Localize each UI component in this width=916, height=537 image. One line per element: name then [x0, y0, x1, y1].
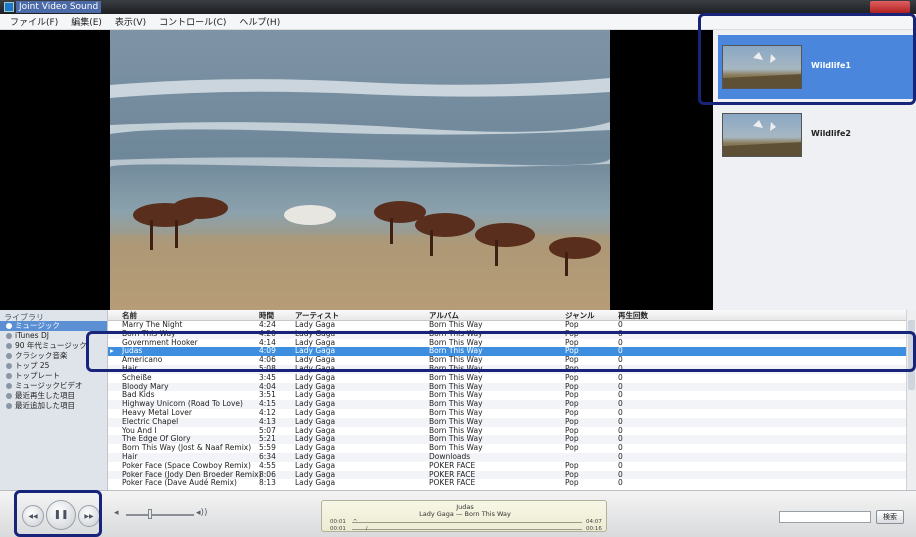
table-row[interactable]: Marry The Night 4:24 Lady Gaga Born This Wa… [108, 320, 906, 330]
progress-bar[interactable] [352, 522, 582, 523]
playlist-icon [6, 403, 12, 409]
playlist-icon [6, 353, 12, 359]
pause-button[interactable]: ❚❚ [46, 500, 76, 530]
close-button[interactable] [870, 1, 910, 13]
cell-name: Born This Way (Jost & Naaf Remix) [122, 443, 252, 453]
cell-time: 8:13 [259, 478, 276, 488]
table-row[interactable]: Born This Way 4:20 Lady Gaga Born This Way P… [108, 329, 906, 339]
table-row[interactable]: Bloody Mary 4:04 Lady Gaga Born This Way Pop… [108, 382, 906, 392]
playlist-item-wildlife2[interactable]: Wildlife2 [718, 103, 913, 167]
sidebar-item-recently-played[interactable]: 最近再生した項目 [0, 391, 107, 401]
menu-view[interactable]: 表示(V) [115, 15, 146, 28]
search-button[interactable]: 検索 [876, 510, 904, 524]
library-sidebar: ライブラリ ミュージック iTunes DJ 90 年代ミュージック クラシック… [0, 310, 108, 490]
previous-button[interactable]: ◀◀ [22, 505, 44, 527]
track-table: 名前 時間 アーティスト アルバム ジャンル 再生回数 Marry The Ni… [108, 310, 906, 490]
sidebar-header: ライブラリ [4, 313, 44, 322]
playlist-icon [6, 373, 12, 379]
table-row[interactable]: You And I 5:07 Lady Gaga Born This Way Pop 0 [108, 426, 906, 436]
playlist-item-wildlife1[interactable]: Wildlife1 [718, 35, 913, 99]
search-input[interactable] [779, 511, 871, 523]
sidebar-item-90s-music[interactable]: 90 年代ミュージック [0, 341, 107, 351]
total-time-secondary: 00:16 [586, 526, 602, 532]
playlist-icon [6, 333, 12, 339]
playlist-item-label: Wildlife2 [811, 129, 851, 138]
menu-bar: ファイル(F) 編集(E) 表示(V) コントロール(C) ヘルプ(H) [0, 14, 916, 30]
pause-icon: ❚❚ [53, 510, 69, 520]
video-playlist: Wildlife1 Wildlife2 [713, 30, 916, 310]
menu-file[interactable]: ファイル(F) [10, 15, 58, 28]
cell-genre: Pop [565, 478, 579, 488]
video-frame[interactable] [110, 30, 610, 310]
cell-album: POKER FACE [429, 478, 476, 488]
volume-high-icon: ◂)) [196, 508, 208, 518]
elapsed-time: 00:01 [330, 519, 346, 525]
table-header: 名前 時間 アーティスト アルバム ジャンル 再生回数 [108, 310, 906, 321]
playlist-icon [6, 383, 12, 389]
sidebar-item-music[interactable]: ミュージック [0, 321, 107, 331]
video-thumbnail [722, 113, 802, 157]
scrollbar-thumb[interactable] [908, 320, 915, 390]
sidebar-item-top-rated[interactable]: トップレート [0, 371, 107, 381]
title-bar: Joint Video Sound [0, 0, 916, 14]
table-scrollbar[interactable] [906, 310, 916, 490]
table-row[interactable]: Americano 4:06 Lady Gaga Born This Way Pop 0 [108, 355, 906, 365]
control-bar: ◀◀ ❚❚ ▶▶ ◂ ◂)) Judas Lady Gaga — Born Th… [0, 490, 916, 537]
playlist-icon [6, 363, 12, 369]
video-thumbnail [722, 45, 802, 89]
now-playing-icon: ▸ [110, 346, 114, 356]
secondary-progress-marker[interactable]: / [366, 526, 368, 532]
fast-forward-icon: ▶▶ [84, 512, 94, 520]
sidebar-item-itunes-dj[interactable]: iTunes DJ [0, 331, 107, 341]
cell-plays: 0 [618, 478, 623, 488]
table-row[interactable]: Poker Face (Dave Audé Remix) 8:13 Lady Gag… [108, 479, 906, 488]
menu-edit[interactable]: 編集(E) [71, 15, 102, 28]
window-title: Joint Video Sound [16, 1, 102, 13]
video-image [110, 30, 610, 310]
volume-slider[interactable] [126, 514, 194, 516]
playlist-item-label: Wildlife1 [811, 61, 851, 70]
table-body: Marry The Night 4:24 Lady Gaga Born This Wa… [108, 320, 906, 488]
table-row[interactable]: Electric Chapel 4:13 Lady Gaga Born This Wa… [108, 417, 906, 427]
table-row[interactable]: Born This Way (Jost & Naaf Remix) 5:59 Lad… [108, 443, 906, 453]
cell-name: Poker Face (Dave Audé Remix) [122, 478, 237, 488]
table-row[interactable]: Hair 5:08 Lady Gaga Born This Way Pop 0 [108, 364, 906, 374]
now-playing-subtitle: Lady Gaga — Born This Way [419, 510, 511, 518]
music-icon [6, 323, 12, 329]
elapsed-time-secondary: 00:01 [330, 526, 346, 532]
table-row[interactable]: ▸ Judas 4:09 Lady Gaga Born This Way Pop 0 [108, 346, 906, 357]
app-window: Joint Video Sound ファイル(F) 編集(E) 表示(V) コン… [0, 0, 916, 537]
table-row[interactable]: Government Hooker 4:14 Lady Gaga Born This … [108, 338, 906, 348]
sidebar-item-classical[interactable]: クラシック音楽 [0, 351, 107, 361]
sidebar-item-recently-added[interactable]: 最近追加した項目 [0, 401, 107, 411]
secondary-progress-bar[interactable] [352, 529, 582, 530]
now-playing-display: Judas Lady Gaga — Born This Way 00:01 ^ … [321, 500, 607, 532]
total-time: 04:07 [586, 519, 602, 525]
volume-low-icon: ◂ [114, 508, 119, 518]
table-row[interactable]: Highway Unicorn (Road To Love) 4:15 Lady G… [108, 399, 906, 409]
menu-help[interactable]: ヘルプ(H) [239, 15, 280, 28]
table-row[interactable]: Scheiße 3:45 Lady Gaga Born This Way Pop 0 [108, 373, 906, 383]
app-icon [4, 2, 14, 12]
table-row[interactable]: Heavy Metal Lover 4:12 Lady Gaga Born This … [108, 408, 906, 418]
cell-genre: Pop [565, 443, 579, 453]
progress-marker[interactable]: ^ [353, 519, 358, 525]
volume-knob[interactable] [147, 509, 152, 519]
next-button[interactable]: ▶▶ [78, 505, 100, 527]
sidebar-item-music-video[interactable]: ミュージックビデオ [0, 381, 107, 391]
playlist-icon [6, 343, 12, 349]
sidebar-item-top25[interactable]: トップ 25 [0, 361, 107, 371]
menu-control[interactable]: コントロール(C) [159, 15, 226, 28]
cell-artist: Lady Gaga [295, 478, 336, 488]
rewind-icon: ◀◀ [28, 512, 38, 520]
playlist-icon [6, 393, 12, 399]
